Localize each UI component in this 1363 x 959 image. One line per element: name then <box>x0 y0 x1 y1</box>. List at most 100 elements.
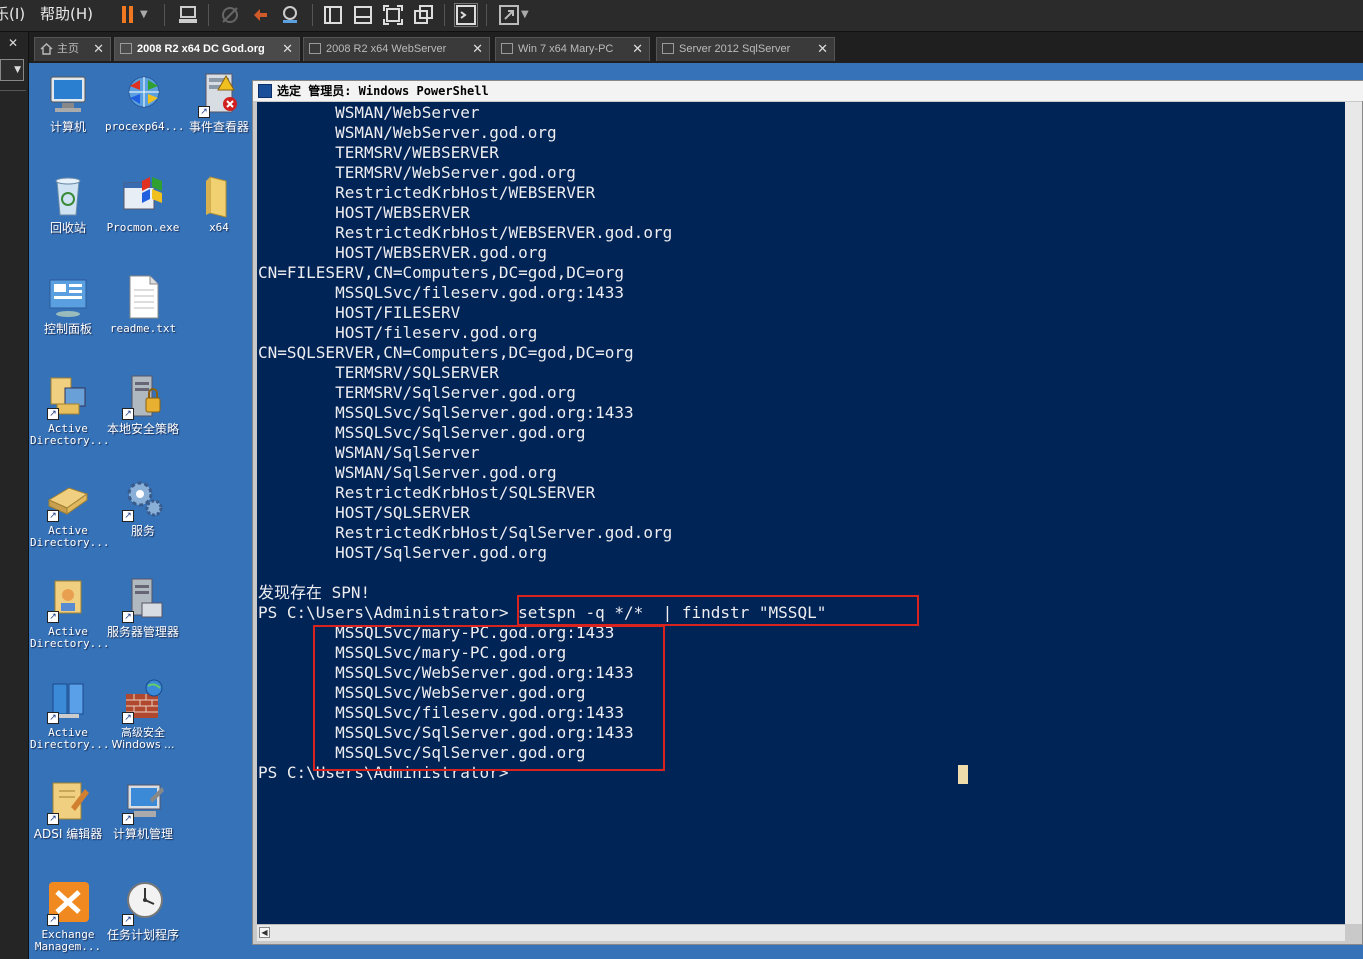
desktop-icon-ad-domains[interactable]: ↗ Active Directory... <box>30 476 110 549</box>
console-line: MSSQLSvc/fileserv.god.org:1433 <box>258 283 625 302</box>
send-ctrl-alt-del-icon[interactable] <box>176 3 200 27</box>
desktop-icon-recycle-bin[interactable]: 回收站 <box>30 173 106 234</box>
horizontal-scrollbar[interactable]: ◀ <box>257 924 1345 941</box>
close-icon[interactable]: ✕ <box>817 38 828 60</box>
desktop-icon-procmon[interactable]: Procmon.exe <box>105 173 181 234</box>
desktop-icon-event-viewer[interactable]: ↗ 事件查看器 <box>181 72 257 133</box>
desktop-icon-task-scheduler[interactable]: ↗ 任务计划程序 <box>105 880 181 941</box>
text-file-icon <box>120 274 166 320</box>
close-icon[interactable]: ✕ <box>93 38 104 60</box>
desktop-icon-label: Active Directory... <box>30 625 110 650</box>
vm-icon <box>120 43 132 54</box>
desktop-icon-label: Active Directory... <box>30 524 110 549</box>
close-library-icon[interactable]: ✕ <box>8 36 18 50</box>
thumbnail-view-icon[interactable] <box>351 3 375 27</box>
tab-label: Server 2012 SqlServer <box>679 43 791 55</box>
desktop-icon-server-manager[interactable]: ↗ 服务器管理器 <box>105 577 181 638</box>
desktop-icon-label: Procmon.exe <box>106 221 180 234</box>
desktop-icon-procexp[interactable]: procexp64... <box>105 72 185 133</box>
console-line: CN=FILESERV,CN=Computers,DC=god,DC=org <box>258 263 625 282</box>
desktop-icon-local-security-policy[interactable]: ↗ 本地安全策略 <box>105 374 181 435</box>
tab-home[interactable]: 主页 ✕ <box>34 37 111 61</box>
close-icon[interactable]: ✕ <box>282 38 293 60</box>
control-panel-icon <box>45 274 91 320</box>
desktop-icon-adsi-edit[interactable]: ↗ ADSI 编辑器 <box>30 779 106 840</box>
vm-icon <box>309 43 321 54</box>
close-icon[interactable]: ✕ <box>632 38 643 60</box>
pause-icon[interactable] <box>116 3 140 27</box>
desktop-icon-services[interactable]: ↗ 服务 <box>105 476 181 537</box>
desktop-icon-label: 服务 <box>130 524 155 538</box>
console-line: RestrictedKrbHost/SQLSERVER <box>258 483 596 502</box>
vm-icon <box>501 43 513 54</box>
desktop-icon-ad-module[interactable]: ↗ Active Directory... <box>30 678 110 751</box>
shortcut-arrow-icon: ↗ <box>47 611 59 623</box>
console-line: HOST/SQLSERVER <box>258 503 470 522</box>
desktop-icon-exchange[interactable]: ↗ Exchange Managem... <box>30 880 106 953</box>
tab-server2012-sqlserver[interactable]: Server 2012 SqlServer ✕ <box>656 37 835 61</box>
vertical-scrollbar[interactable] <box>1345 102 1362 924</box>
menu-item-1[interactable]: 乐(I) <box>0 3 25 24</box>
desktop-icon-computer-management[interactable]: ↗ 计算机管理 <box>105 779 181 840</box>
shortcut-arrow-icon: ↗ <box>47 914 59 926</box>
desktop-icon-control-panel[interactable]: 控制面板 <box>30 274 106 335</box>
desktop-icon-label: readme.txt <box>109 322 177 335</box>
shortcut-arrow-icon: ↗ <box>122 408 134 420</box>
highlight-results-box <box>313 625 665 771</box>
vm-icon <box>662 43 674 54</box>
desktop-icon-computer[interactable]: 计算机 <box>30 72 106 133</box>
console-line: HOST/WEBSERVER.god.org <box>258 243 547 262</box>
firewall-icon: ↗ <box>120 678 166 724</box>
powershell-window[interactable]: 选定 管理员: Windows PowerShell WSMAN/WebServ… <box>252 80 1363 945</box>
console-line: HOST/FILESERV <box>258 303 461 322</box>
fullscreen-icon[interactable] <box>381 3 405 27</box>
shortcut-arrow-icon: ↗ <box>122 914 134 926</box>
console-line: TERMSRV/WebServer.god.org <box>258 163 576 182</box>
desktop-icon-x64-folder[interactable]: x64 <box>181 173 257 234</box>
menu-help[interactable]: 帮助(H) <box>40 3 93 24</box>
desktop-icon-label: ADSI 编辑器 <box>33 827 103 841</box>
window-title-bar[interactable]: 选定 管理员: Windows PowerShell <box>253 81 1363 101</box>
tab-2008-r2-dc[interactable]: 2008 R2 x64 DC God.org ✕ <box>114 37 300 61</box>
stretch-guest-icon[interactable] <box>497 3 521 27</box>
shortcut-arrow-icon: ↗ <box>122 712 134 724</box>
console-output[interactable]: WSMAN/WebServer WSMAN/WebServer.god.org … <box>257 102 1345 924</box>
desktop-icon-label: x64 <box>209 221 229 234</box>
console-view-icon[interactable] <box>454 3 478 27</box>
console-line: CN=SQLSERVER,CN=Computers,DC=god,DC=org <box>258 343 634 362</box>
shortcut-arrow-icon: ↗ <box>122 510 134 522</box>
console-line: RestrictedKrbHost/WEBSERVER <box>258 183 596 202</box>
folder-icon <box>196 173 242 219</box>
home-icon <box>40 43 53 55</box>
sidebar-view-icon[interactable] <box>321 3 345 27</box>
library-dropdown-icon[interactable]: ▼ <box>0 59 24 81</box>
desktop-icon-label: 回收站 <box>49 221 86 235</box>
console-line: RestrictedKrbHost/WEBSERVER.god.org <box>258 223 673 242</box>
ad-module-icon: ↗ <box>45 678 91 724</box>
recycle-bin-icon <box>45 173 91 219</box>
close-icon[interactable]: ✕ <box>472 38 483 60</box>
desktop-icon-ad-sites[interactable]: ↗ Active Directory... <box>30 374 109 447</box>
scroll-left-icon[interactable]: ◀ <box>259 927 270 938</box>
tab-win7-mary-pc[interactable]: Win 7 x64 Mary-PC ✕ <box>495 37 650 61</box>
server-manager-icon: ↗ <box>120 577 166 623</box>
pause-dropdown-icon[interactable]: ▼ <box>140 3 164 27</box>
desktop-icon-label: Exchange Managem... <box>34 928 102 953</box>
window-title: 选定 管理员: Windows PowerShell <box>277 84 489 98</box>
console-line: MSSQLSvc/SqlServer.god.org <box>258 423 586 442</box>
desktop-icon-readme[interactable]: readme.txt <box>105 274 181 335</box>
desktop-icon-label: Active Directory... <box>30 726 110 751</box>
snapshot-manager-icon[interactable] <box>278 3 302 27</box>
console-line: TERMSRV/WEBSERVER <box>258 143 499 162</box>
desktop-icon-ad-users[interactable]: ↗ Active Directory... <box>30 577 110 650</box>
tab-2008-r2-webserver[interactable]: 2008 R2 x64 WebServer ✕ <box>303 37 490 61</box>
tab-label: Win 7 x64 Mary-PC <box>518 43 614 55</box>
unity-icon[interactable] <box>411 3 435 27</box>
shortcut-arrow-icon: ↗ <box>198 106 210 118</box>
shortcut-arrow-icon: ↗ <box>122 611 134 623</box>
revert-snapshot-icon[interactable] <box>248 3 272 27</box>
desktop-icon-firewall[interactable]: ↗ 高级安全 Windows ... <box>105 678 181 751</box>
desktop-icon-label: procexp64... <box>105 120 185 133</box>
stretch-dropdown-icon[interactable]: ▼ <box>521 3 545 27</box>
